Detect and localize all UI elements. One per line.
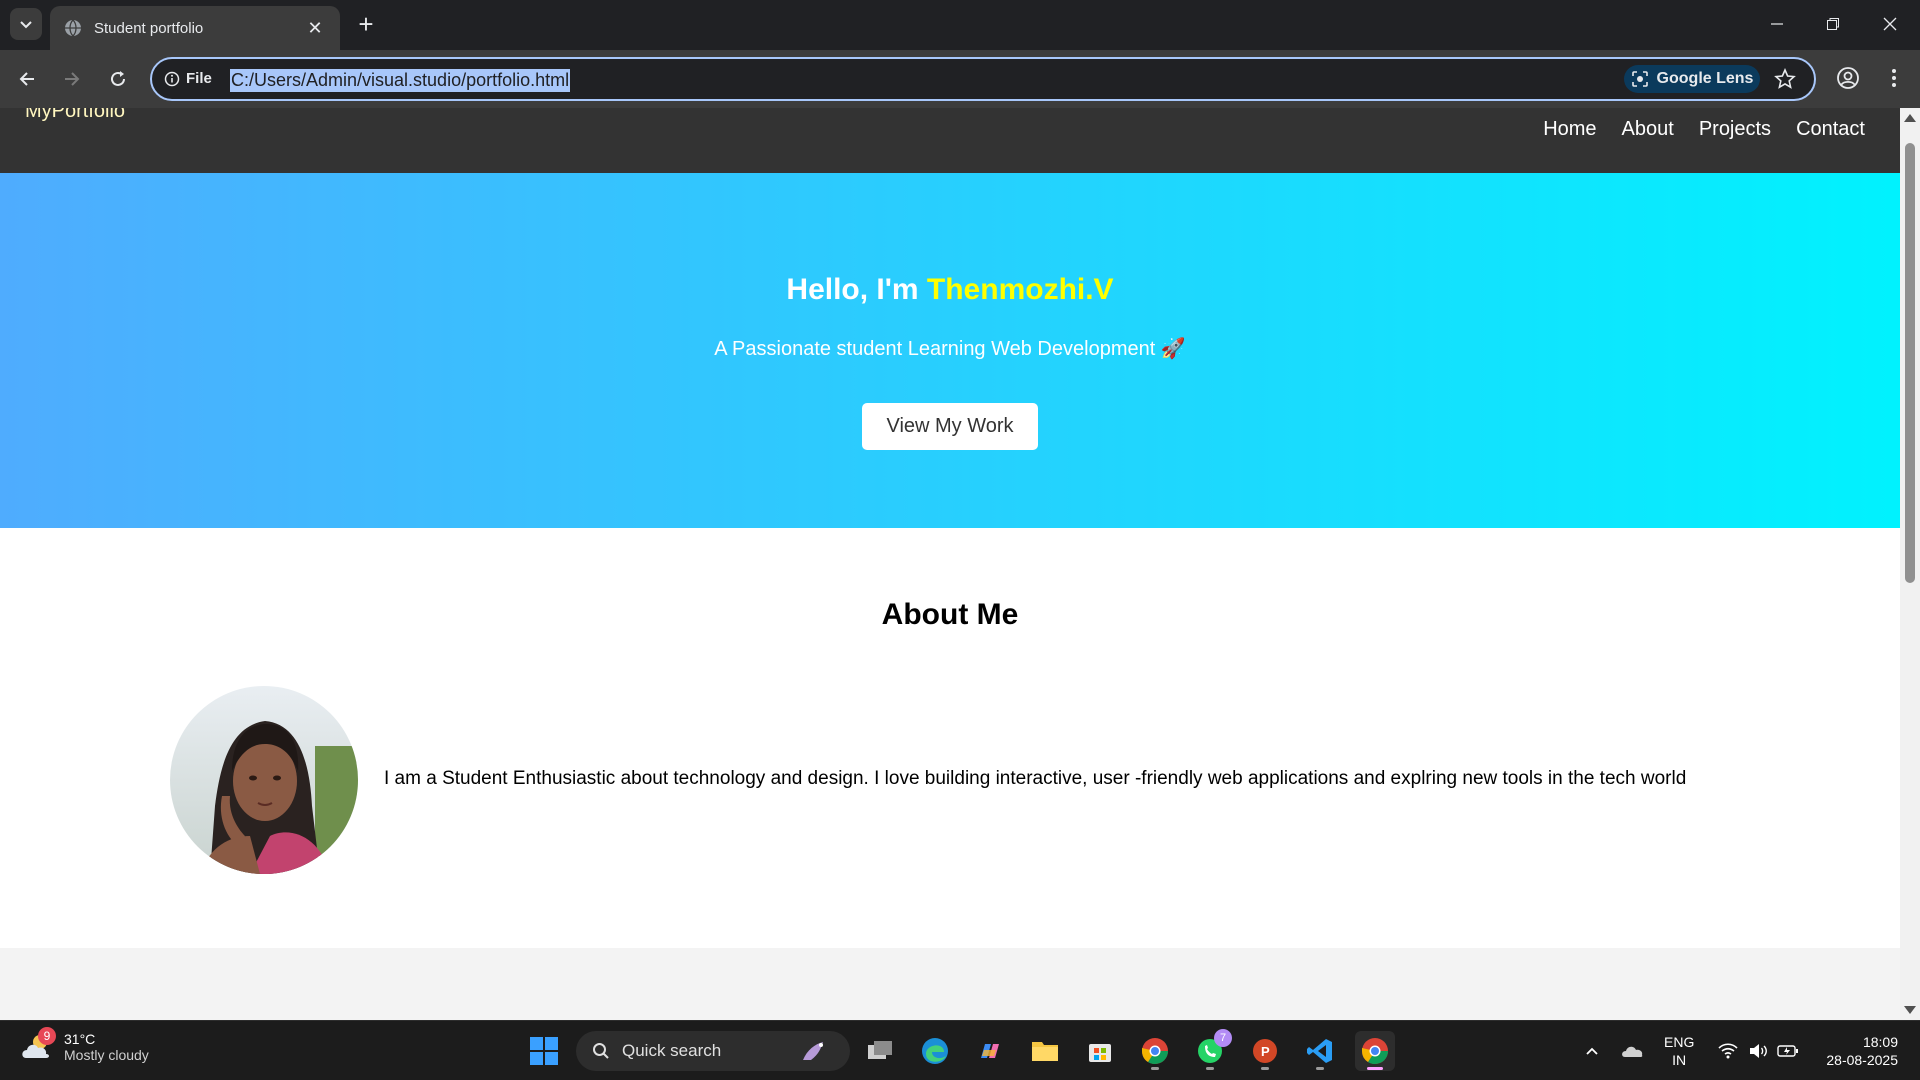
weather-temperature: 31°C: [64, 1031, 96, 1047]
weather-condition: Mostly cloudy: [64, 1047, 149, 1063]
about-heading: About Me: [881, 598, 1019, 631]
hero-name: Thenmozhi.V: [926, 273, 1114, 306]
arrow-right-icon: [65, 72, 80, 86]
view-my-work-button[interactable]: View My Work: [862, 403, 1038, 450]
back-button[interactable]: [12, 64, 42, 94]
file-chip-label: File: [186, 70, 212, 87]
chrome-profile-icon[interactable]: [1135, 1031, 1175, 1071]
running-indicator: [1206, 1067, 1214, 1070]
microsoft-store-icon[interactable]: [1080, 1031, 1120, 1071]
hero-section: Hello, I'm Thenmozhi.V A Passionate stud…: [0, 173, 1900, 528]
globe-icon: [65, 19, 81, 37]
site-info-chip[interactable]: File: [164, 70, 212, 87]
minimize-icon: [1771, 23, 1783, 25]
file-explorer-icon[interactable]: [1025, 1031, 1065, 1071]
about-text: I am a Student Enthusiastic about techno…: [384, 768, 1687, 789]
taskbar: 31°C Mostly cloudy 9 Quick search 7 P EN…: [0, 1020, 1920, 1080]
new-tab-button[interactable]: +: [352, 11, 380, 39]
copilot-icon[interactable]: [970, 1031, 1010, 1071]
hero-tagline: A Passionate student Learning Web Develo…: [714, 338, 1186, 360]
lens-icon: [1631, 71, 1648, 87]
google-lens-label: Google Lens: [1656, 70, 1754, 87]
page-scrollbar[interactable]: [1900, 108, 1920, 1020]
bird-icon: [803, 1042, 824, 1060]
search-icon: [593, 1043, 609, 1059]
close-window-button[interactable]: [1876, 12, 1904, 36]
running-indicator: [1316, 1067, 1324, 1070]
nav-link-contact[interactable]: Contact: [1796, 118, 1865, 141]
nav-link-about[interactable]: About: [1622, 118, 1674, 141]
scroll-up-arrow-icon[interactable]: [1904, 114, 1916, 122]
hero-heading: Hello, I'm Thenmozhi.V: [0, 273, 1900, 307]
reload-button[interactable]: [103, 64, 133, 94]
tab-search-button[interactable]: [10, 8, 42, 40]
onedrive-icon[interactable]: [1612, 1031, 1652, 1071]
scroll-down-arrow-icon[interactable]: [1904, 1006, 1916, 1014]
minimize-button[interactable]: [1763, 12, 1791, 36]
bookmark-star-icon[interactable]: [1774, 67, 1796, 95]
url-text[interactable]: C:/Users/Admin/visual.studio/portfolio.h…: [230, 69, 571, 92]
tab-title: Student portfolio: [94, 19, 204, 37]
running-indicator: [1151, 1067, 1159, 1070]
chevron-down-icon: [20, 21, 32, 29]
scroll-thumb[interactable]: [1905, 143, 1915, 583]
nav-links: Home About Projects Contact: [1543, 118, 1865, 141]
svg-text:P: P: [1261, 1044, 1270, 1059]
close-icon: [1883, 17, 1897, 31]
profile-photo: [170, 686, 358, 874]
browser-tab-strip: Student portfolio ✕ +: [0, 0, 1920, 50]
taskbar-search[interactable]: Quick search: [576, 1031, 850, 1071]
active-indicator: [1367, 1067, 1383, 1070]
reload-icon: [111, 71, 125, 86]
vscode-icon[interactable]: [1300, 1031, 1340, 1071]
whatsapp-badge: 7: [1214, 1029, 1232, 1047]
start-button[interactable]: [524, 1031, 564, 1071]
about-section: About Me I am a Student Enthusiastic abo…: [0, 528, 1900, 948]
close-tab-icon[interactable]: ✕: [304, 18, 326, 39]
site-navbar: MyPortfolio Home About Projects Contact: [0, 108, 1900, 173]
browser-tab-active[interactable]: Student portfolio ✕: [50, 6, 340, 50]
weather-badge: 9: [38, 1027, 56, 1045]
profile-icon[interactable]: [1836, 66, 1860, 95]
battery-icon[interactable]: [1768, 1031, 1808, 1071]
nav-link-projects[interactable]: Projects: [1699, 118, 1771, 141]
edge-icon[interactable]: [915, 1031, 955, 1071]
google-lens-button[interactable]: Google Lens: [1624, 65, 1760, 93]
clock-date: 28-08-2025: [1826, 1052, 1898, 1068]
powerpoint-icon[interactable]: P: [1245, 1031, 1285, 1071]
restore-button[interactable]: [1819, 12, 1847, 36]
running-indicator: [1261, 1067, 1269, 1070]
site-logo[interactable]: MyPortfolio: [25, 108, 125, 123]
windows-logo-icon: [530, 1037, 558, 1065]
language-code: ENG: [1664, 1034, 1695, 1050]
arrow-left-icon: [19, 72, 34, 86]
nav-link-home[interactable]: Home: [1543, 118, 1596, 141]
hero-greeting: Hello, I'm: [786, 273, 927, 306]
browser-menu-icon[interactable]: [1882, 66, 1906, 95]
language-indicator[interactable]: ENG IN: [1664, 1033, 1694, 1069]
region-code: IN: [1672, 1052, 1687, 1068]
task-view-icon[interactable]: [860, 1031, 900, 1071]
system-clock[interactable]: 18:09 28-08-2025: [1818, 1033, 1898, 1069]
show-hidden-icons[interactable]: [1572, 1031, 1612, 1071]
page-viewport: MyPortfolio Home About Projects Contact …: [0, 108, 1900, 1020]
chevron-up-icon: [1586, 1047, 1598, 1055]
search-label: Quick search: [622, 1041, 722, 1060]
clock-time: 18:09: [1862, 1034, 1898, 1050]
restore-icon: [1827, 18, 1839, 30]
address-bar[interactable]: File C:/Users/Admin/visual.studio/portfo…: [150, 57, 1816, 101]
chrome-icon[interactable]: [1355, 1031, 1395, 1071]
forward-button[interactable]: [57, 64, 87, 94]
whatsapp-icon[interactable]: 7: [1190, 1029, 1232, 1071]
info-icon: [164, 71, 180, 86]
